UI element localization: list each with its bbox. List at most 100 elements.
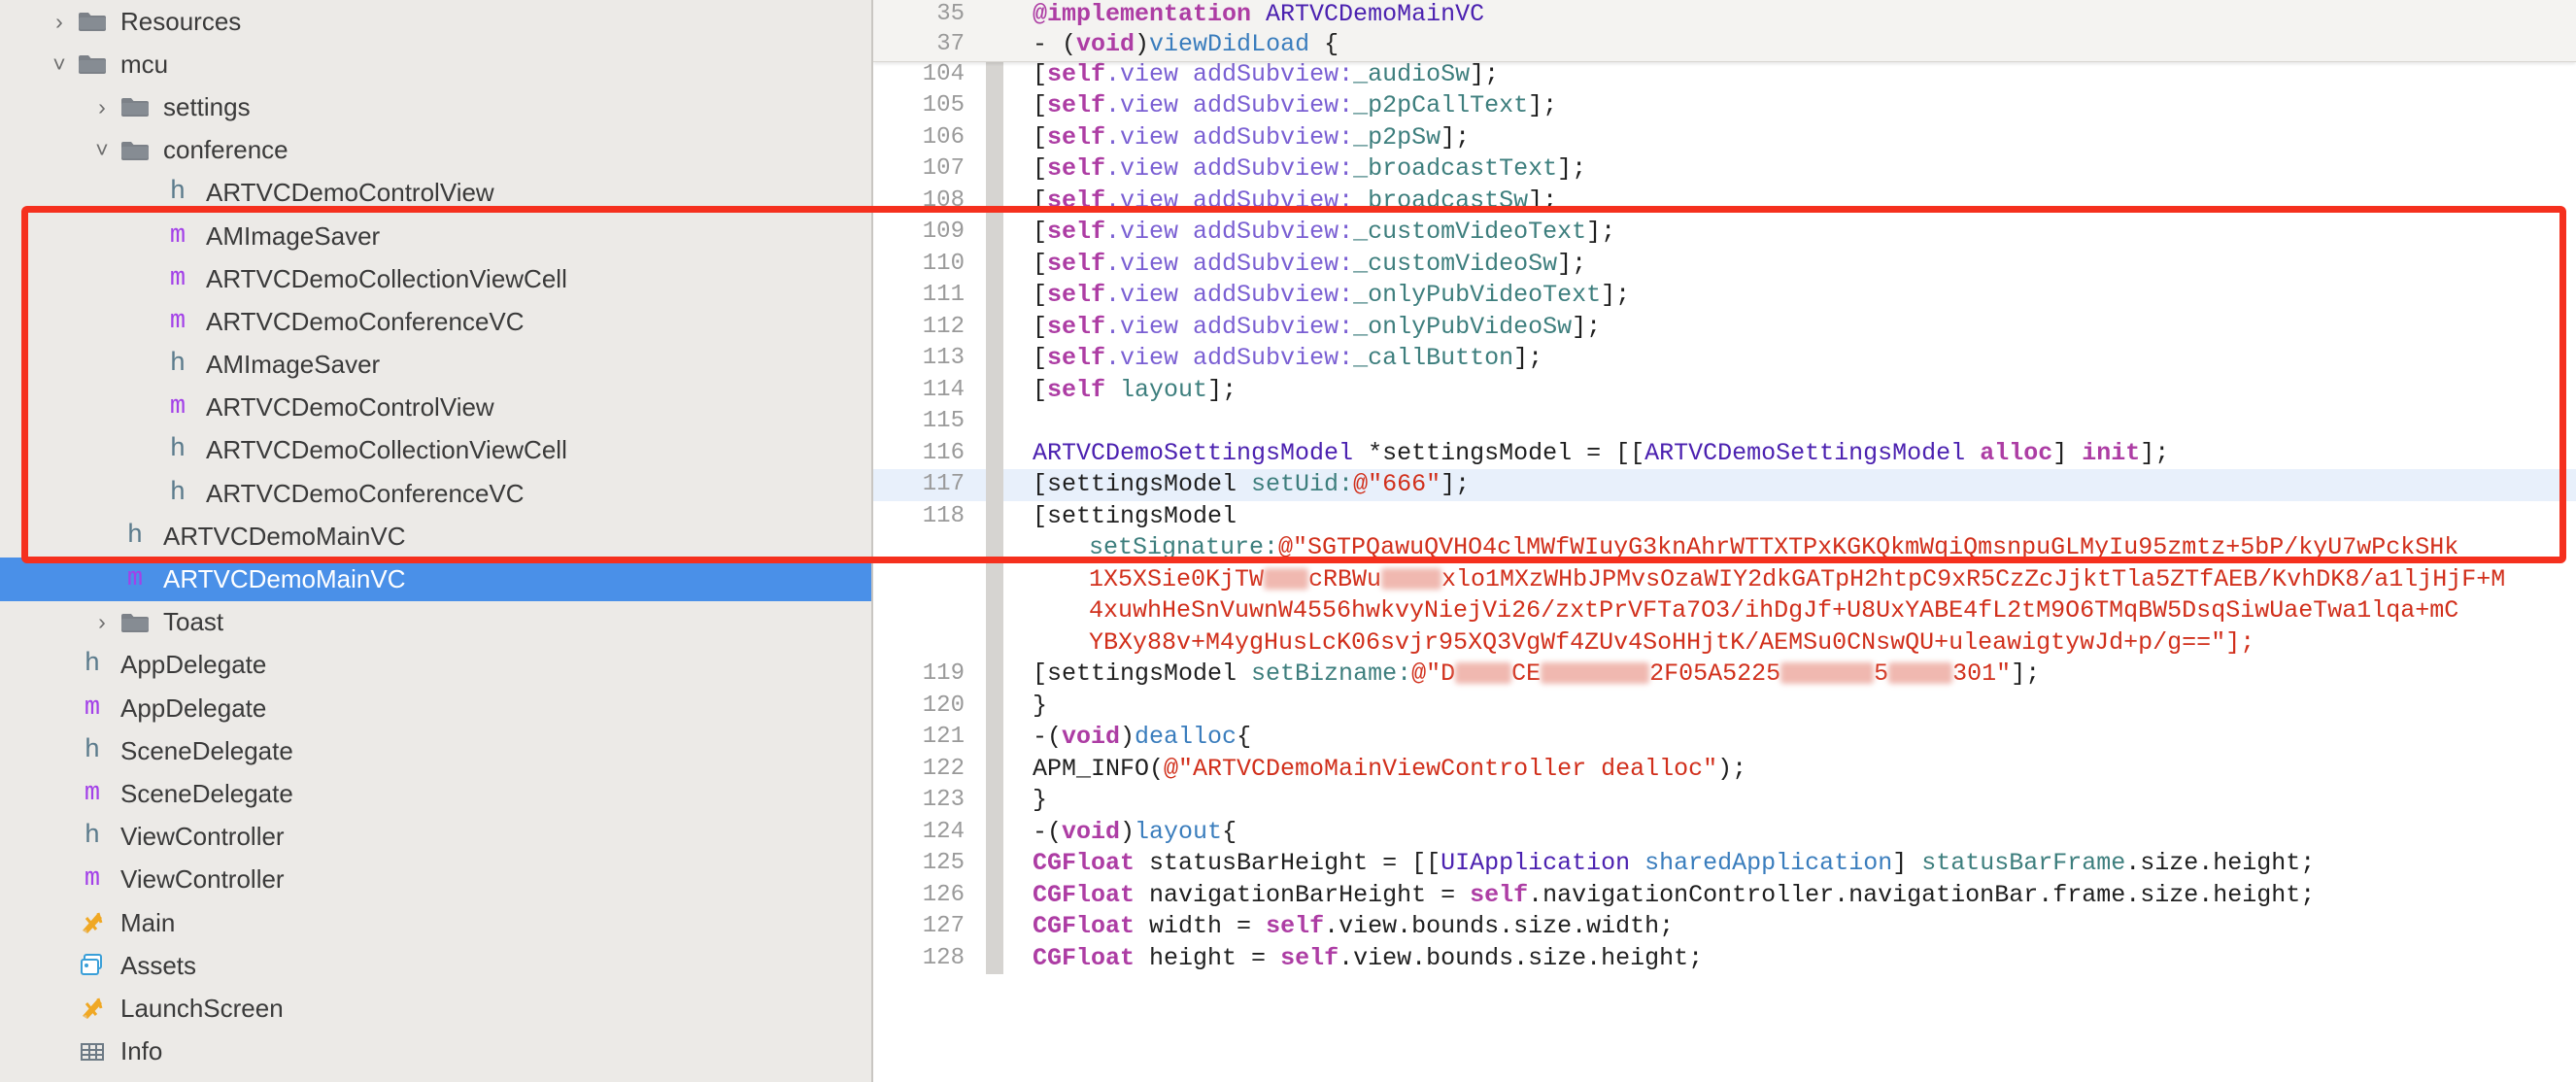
tree-item-viewcontroller[interactable]: h ViewController — [0, 816, 871, 859]
code-line[interactable]: 105 [self.view addSubview:_p2pCallText]; — [873, 90, 2576, 122]
code-folding-ribbon[interactable] — [986, 532, 1003, 564]
code-folding-ribbon[interactable] — [986, 942, 1003, 974]
code-line[interactable]: 113 [self.view addSubview:_callButton]; — [873, 343, 2576, 375]
code-line[interactable]: 119 [settingsModel setBizname:@"D CE 2F05A5… — [873, 659, 2576, 691]
folder-icon — [115, 95, 155, 118]
code-line[interactable]: 120} — [873, 690, 2576, 722]
code-folding-ribbon[interactable] — [986, 563, 1003, 595]
source-editor[interactable]: 35 @implementation ARTVCDemoMainVC 37- (vo… — [873, 0, 2576, 1082]
file-tree[interactable]: › Resources ˅ mcu › settings ˅ conference h ARTVC… — [0, 0, 871, 1082]
code-folding-ribbon[interactable] — [986, 722, 1003, 754]
code-folding-ribbon[interactable] — [986, 280, 1003, 312]
code-folding-ribbon[interactable] — [986, 311, 1003, 343]
chevron-right-icon[interactable]: › — [89, 95, 115, 118]
tree-item-artvcdemoconferencevc[interactable]: m ARTVCDemoConferenceVC — [0, 300, 871, 343]
code-line[interactable]: 127 CGFloat width = self.view.bounds.size… — [873, 911, 2576, 943]
code-line[interactable]: 125 CGFloat statusBarHeight = [[UIApplica… — [873, 848, 2576, 880]
code-folding-ribbon[interactable] — [986, 29, 1003, 61]
code-folding-ribbon[interactable] — [986, 343, 1003, 375]
tree-item-resources[interactable]: › Resources — [0, 0, 871, 43]
code-line[interactable]: 111 [self.view addSubview:_onlyPubVideoTe… — [873, 280, 2576, 312]
tree-item-artvcdemomainvc[interactable]: m ARTVCDemoMainVC — [0, 558, 871, 601]
code-line[interactable]: 114 [self layout]; — [873, 374, 2576, 406]
code-folding-ribbon[interactable] — [986, 374, 1003, 406]
tree-item-mcu[interactable]: ˅ mcu — [0, 43, 871, 85]
code-line[interactable]: 108 [self.view addSubview:_broadcastSw]; — [873, 185, 2576, 217]
tree-item-main[interactable]: mmain — [0, 1073, 871, 1082]
code-folding-ribbon[interactable] — [986, 121, 1003, 153]
tree-item-conference[interactable]: ˅ conference — [0, 129, 871, 172]
tree-item-toast[interactable]: › Toast — [0, 601, 871, 644]
tree-item-appdelegate[interactable]: m AppDelegate — [0, 687, 871, 729]
tree-item-artvcdemoconferencevc[interactable]: h ARTVCDemoConferenceVC — [0, 472, 871, 515]
tree-item-scenedelegate[interactable]: h SceneDelegate — [0, 729, 871, 772]
tree-item-info[interactable]: Info — [0, 1031, 871, 1073]
chevron-down-icon[interactable]: ˅ — [47, 52, 72, 76]
code-line[interactable]: 118 [settingsModel — [873, 500, 2576, 532]
code-lines[interactable]: 103[self.view addSubview:_audioOnlyText]… — [873, 27, 2576, 1082]
code-line[interactable]: 4xuwhHeSnVuwnW4556hwkvyNiejVi26/zxtPrVFT… — [873, 595, 2576, 627]
code-folding-ribbon[interactable] — [986, 185, 1003, 217]
code-folding-ribbon[interactable] — [986, 217, 1003, 249]
code-folding-ribbon[interactable] — [986, 437, 1003, 469]
code-line[interactable]: 124 -(void)layout{ — [873, 816, 2576, 848]
code-folding-ribbon[interactable] — [986, 90, 1003, 122]
code-line[interactable]: 121 -(void)dealloc{ — [873, 722, 2576, 754]
tree-item-amimagesaver[interactable]: h AMImageSaver — [0, 344, 871, 387]
code-line[interactable]: 107 [self.view addSubview:_broadcastText]… — [873, 153, 2576, 186]
code-folding-ribbon[interactable] — [986, 595, 1003, 627]
code-folding-ribbon[interactable] — [986, 911, 1003, 943]
chevron-right-icon[interactable]: › — [47, 10, 72, 33]
code-line[interactable]: setSignature:@"SGTPQawuQVHO4clMWfWIuyG3k… — [873, 532, 2576, 564]
code-line[interactable]: 37 - (void)viewDidLoad { — [873, 29, 2576, 61]
code-line[interactable]: 110 [self.view addSubview:_customVideoSw]… — [873, 248, 2576, 280]
tree-item-scenedelegate[interactable]: m SceneDelegate — [0, 772, 871, 815]
code-folding-ribbon[interactable] — [986, 690, 1003, 722]
code-folding-ribbon[interactable] — [986, 248, 1003, 280]
code-folding-ribbon[interactable] — [986, 659, 1003, 691]
tree-item-launchscreen[interactable]: LaunchScreen — [0, 987, 871, 1030]
code-folding-ribbon[interactable] — [986, 406, 1003, 438]
code-line[interactable]: 117 [settingsModel setUid:@"666"]; — [873, 469, 2576, 501]
code-line[interactable]: 106 [self.view addSubview:_p2pSw]; — [873, 121, 2576, 153]
tree-item-artvcdemocontrolview[interactable]: m ARTVCDemoControlView — [0, 387, 871, 429]
code-folding-ribbon[interactable] — [986, 0, 1003, 29]
tree-item-artvcdemocollectionviewcell[interactable]: m ARTVCDemoCollectionViewCell — [0, 257, 871, 300]
chevron-right-icon[interactable]: › — [89, 611, 115, 633]
code-folding-ribbon[interactable] — [986, 626, 1003, 659]
code-line[interactable]: 123} — [873, 785, 2576, 817]
code-line[interactable]: 128 CGFloat height = self.view.bounds.siz… — [873, 942, 2576, 974]
tree-item-main[interactable]: Main — [0, 901, 871, 944]
code-line[interactable]: YBXy88v+M4ygHusLcK06svjr95XQ3VgWf4ZUv4So… — [873, 626, 2576, 659]
code-line[interactable]: 126 CGFloat navigationBarHeight = self.na… — [873, 879, 2576, 911]
tree-item-artvcdemomainvc[interactable]: h ARTVCDemoMainVC — [0, 515, 871, 558]
chevron-down-icon[interactable]: ˅ — [89, 139, 115, 161]
tree-item-artvcdemocollectionviewcell[interactable]: h ARTVCDemoCollectionViewCell — [0, 429, 871, 472]
code-folding-ribbon[interactable] — [986, 500, 1003, 532]
code-folding-ribbon[interactable] — [986, 58, 1003, 90]
code-folding-ribbon[interactable] — [986, 816, 1003, 848]
code-line[interactable]: 122 APM_INFO(@"ARTVCDemoMainViewControlle… — [873, 753, 2576, 785]
code-folding-ribbon[interactable] — [986, 879, 1003, 911]
tree-item-settings[interactable]: › settings — [0, 85, 871, 128]
tree-item-viewcontroller[interactable]: m ViewController — [0, 859, 871, 901]
code-line[interactable]: 115 — [873, 406, 2576, 438]
code-line[interactable]: 35 @implementation ARTVCDemoMainVC — [873, 0, 2576, 29]
implementation-file-icon: m — [84, 693, 101, 723]
code-line[interactable]: 109 [self.view addSubview:_customVideoTex… — [873, 217, 2576, 249]
code-folding-ribbon[interactable] — [986, 848, 1003, 880]
code-folding-ribbon[interactable] — [986, 785, 1003, 817]
tree-item-assets[interactable]: Assets — [0, 944, 871, 987]
header-file-icon: h — [169, 178, 186, 208]
code-folding-ribbon[interactable] — [986, 469, 1003, 501]
code-line[interactable]: 1X5XSie0KjTW cRBWu xlo1MXzWHbJPMvsOzaWIY2d… — [873, 563, 2576, 595]
tree-item-artvcdemocontrolview[interactable]: h ARTVCDemoControlView — [0, 172, 871, 215]
code-folding-ribbon[interactable] — [986, 753, 1003, 785]
code-line[interactable]: 112 [self.view addSubview:_onlyPubVideoSw… — [873, 311, 2576, 343]
tree-item-amimagesaver[interactable]: m AMImageSaver — [0, 215, 871, 257]
code-line[interactable]: 104 [self.view addSubview:_audioSw]; — [873, 58, 2576, 90]
code-folding-ribbon[interactable] — [986, 153, 1003, 186]
tree-item-appdelegate[interactable]: h AppDelegate — [0, 644, 871, 687]
code-line[interactable]: 116 ARTVCDemoSettingsModel *settingsModel… — [873, 437, 2576, 469]
project-navigator[interactable]: › Resources ˅ mcu › settings ˅ conference h ARTVC… — [0, 0, 871, 1082]
